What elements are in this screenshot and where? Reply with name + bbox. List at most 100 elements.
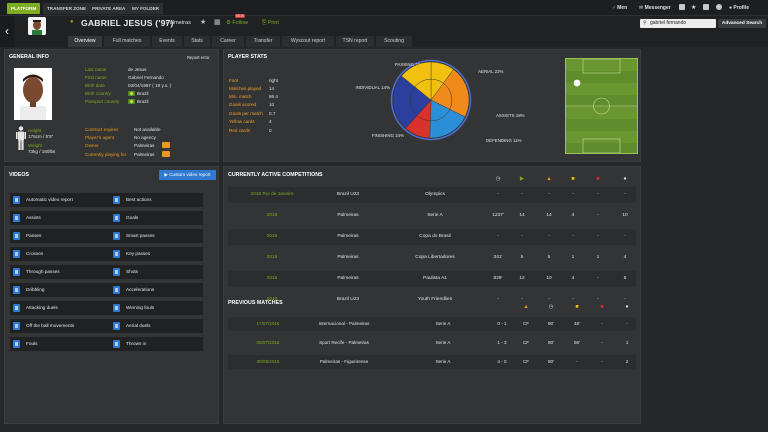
nav-tab-my-folder[interactable]: MY FOLDER (128, 3, 163, 14)
table-cell: Olympics (425, 192, 445, 197)
player-stats-title: PLAYER STATS (228, 54, 268, 60)
advanced-search-button[interactable]: Advanced Search (718, 19, 766, 28)
video-file-icon (13, 322, 20, 330)
video-icon: ▶ (164, 172, 168, 177)
men-menu[interactable]: ♂ Men (612, 3, 627, 13)
passport-country-label: Passport country (85, 99, 120, 104)
video-link[interactable]: Shots (110, 265, 203, 279)
video-link[interactable]: Through passes (10, 265, 116, 279)
stat-value: 10 (269, 102, 275, 107)
video-link[interactable]: Passes (10, 229, 116, 243)
video-file-icon (113, 250, 120, 258)
weight-value: 73kg / 160lbs (28, 149, 56, 154)
video-link[interactable]: Fouls (10, 337, 116, 351)
general-info-title: GENERAL INFO (9, 54, 49, 60)
stat-value: 14 (269, 86, 275, 91)
tab-tsn-report[interactable]: TSN report (336, 36, 374, 47)
table-cell: - (597, 234, 599, 239)
table-cell: - (597, 276, 599, 281)
messenger-menu[interactable]: ✉ Messenger (639, 3, 671, 13)
tab-scouting[interactable]: Scouting (376, 36, 412, 47)
competition-row[interactable]: 2016 Palmeiras Copa Libertadores 341' 5 5 1 1 4 (228, 250, 636, 266)
report-error-link[interactable]: Report error (187, 55, 210, 60)
tab-stats[interactable]: Stats (184, 36, 210, 47)
tab-transfer[interactable]: Transfer (246, 36, 280, 47)
nav-tab-platform[interactable]: PLATFORM (7, 3, 41, 14)
gender-icon: ♂ (612, 5, 616, 11)
video-file-icon (13, 286, 20, 294)
competition-row[interactable]: 2016 Palmeiras Serie A 1237' 14 14 4 - 10 (228, 208, 636, 224)
video-link[interactable]: Attacking duels (10, 301, 116, 315)
profile-menu[interactable]: ● Profile (729, 3, 749, 13)
video-link[interactable]: Automatic video report (10, 193, 116, 207)
tab-events[interactable]: Events (152, 36, 182, 47)
tab-overview[interactable]: Overview (68, 36, 102, 47)
table-cell: 30/06/2016 (256, 359, 280, 364)
assist-icon: ▲ (546, 176, 552, 182)
video-link[interactable]: Off the ball movements (10, 319, 116, 333)
gear-icon[interactable] (716, 3, 722, 13)
nav-tab-transfer-zone[interactable]: TRANSFER ZONE (43, 3, 91, 14)
window-icon[interactable] (679, 3, 685, 13)
video-link[interactable]: Accelerations (110, 283, 203, 297)
back-arrow-icon[interactable]: ‹ (0, 16, 14, 47)
table-cell: 2016 (266, 213, 278, 218)
pie-label: DEFENDING 11% (486, 138, 522, 143)
video-link[interactable]: Smart passes (110, 229, 203, 243)
stat-label: Goals scored (229, 102, 257, 107)
user-icon: ● (729, 5, 733, 11)
follow-button[interactable]: ⚙ Follow (226, 20, 248, 26)
boot-icon: ▶ (519, 176, 525, 182)
grid-icon[interactable] (703, 3, 709, 13)
video-link[interactable]: Winning fouls (110, 301, 203, 315)
search-icon: ⚲ (643, 20, 647, 26)
owner-value[interactable]: Palmeiras (134, 143, 154, 148)
table-cell: 0 - 1 (497, 321, 507, 326)
star-icon[interactable]: ★ (200, 18, 206, 26)
first-name-label: First name (85, 75, 107, 80)
video-link[interactable]: Goals (110, 211, 203, 225)
currently-playing-value[interactable]: Palmeiras (134, 152, 154, 157)
table-cell: CF (522, 340, 530, 345)
tab-full-matches[interactable]: Full matches (104, 36, 150, 47)
print-button[interactable]: ⎘ Print (262, 20, 279, 27)
clock-icon: ◷ (548, 304, 554, 310)
video-link[interactable]: Throws in (110, 337, 203, 351)
video-link[interactable]: Crosses (10, 247, 116, 261)
video-link[interactable]: Aerial duels (110, 319, 203, 333)
table-cell: 56' (574, 340, 580, 345)
star-icon[interactable]: ★ (691, 3, 696, 13)
table-cell: - (497, 234, 499, 239)
club-link-icon[interactable] (162, 151, 170, 157)
printer-icon: ⎘ (262, 20, 267, 26)
tab-career[interactable]: Career (212, 36, 244, 47)
body-figure-icon (16, 126, 26, 150)
birth-country-value: Brazil (128, 91, 149, 97)
tab-wyscout-report[interactable]: Wyscout report (282, 36, 334, 47)
table-cell: - (572, 192, 574, 197)
competition-row[interactable]: 2016 Rio de Janeiro Brazil U23 Olympics - - -… (228, 187, 636, 203)
table-cell: - (626, 321, 628, 326)
table-cell: Brazil U23 (336, 297, 360, 302)
search-input[interactable]: ⚲ gabriel fernando (640, 19, 716, 28)
table-cell: - (497, 192, 499, 197)
video-file-icon (113, 232, 120, 240)
video-link[interactable]: Best actions (110, 193, 203, 207)
nav-tab-private-area[interactable]: PRIVATE AREA (88, 3, 130, 14)
match-row[interactable]: 17/07/2016 Internacional - Palmeiras Serie… (228, 317, 636, 331)
video-file-icon (13, 250, 20, 258)
competition-row[interactable]: 2016 Palmeiras Paulista A1 828' 12 10 4 - 5 (228, 271, 636, 287)
competition-row[interactable]: 2016 Palmeiras Copa do Brasil - - - - - - (228, 229, 636, 245)
video-link[interactable]: Dribbling (10, 283, 116, 297)
match-row[interactable]: 30/06/2016 Palmeiras - Figueirense Serie A… (228, 355, 636, 369)
player-club[interactable]: Palmeiras (166, 20, 191, 26)
club-link-icon[interactable] (162, 142, 170, 148)
video-link[interactable]: Assists (10, 211, 116, 225)
custom-video-report-button[interactable]: ▶ Custom video report (159, 170, 216, 180)
match-row[interactable]: 05/07/2016 Sport Recife - Palmeiras Serie … (228, 336, 636, 350)
table-cell: - (624, 192, 626, 197)
yellow-card-icon: ■ (571, 176, 575, 182)
video-link[interactable]: Key passes (110, 247, 203, 261)
grid-icon[interactable]: ▦ (214, 18, 221, 26)
table-cell: - (597, 192, 599, 197)
